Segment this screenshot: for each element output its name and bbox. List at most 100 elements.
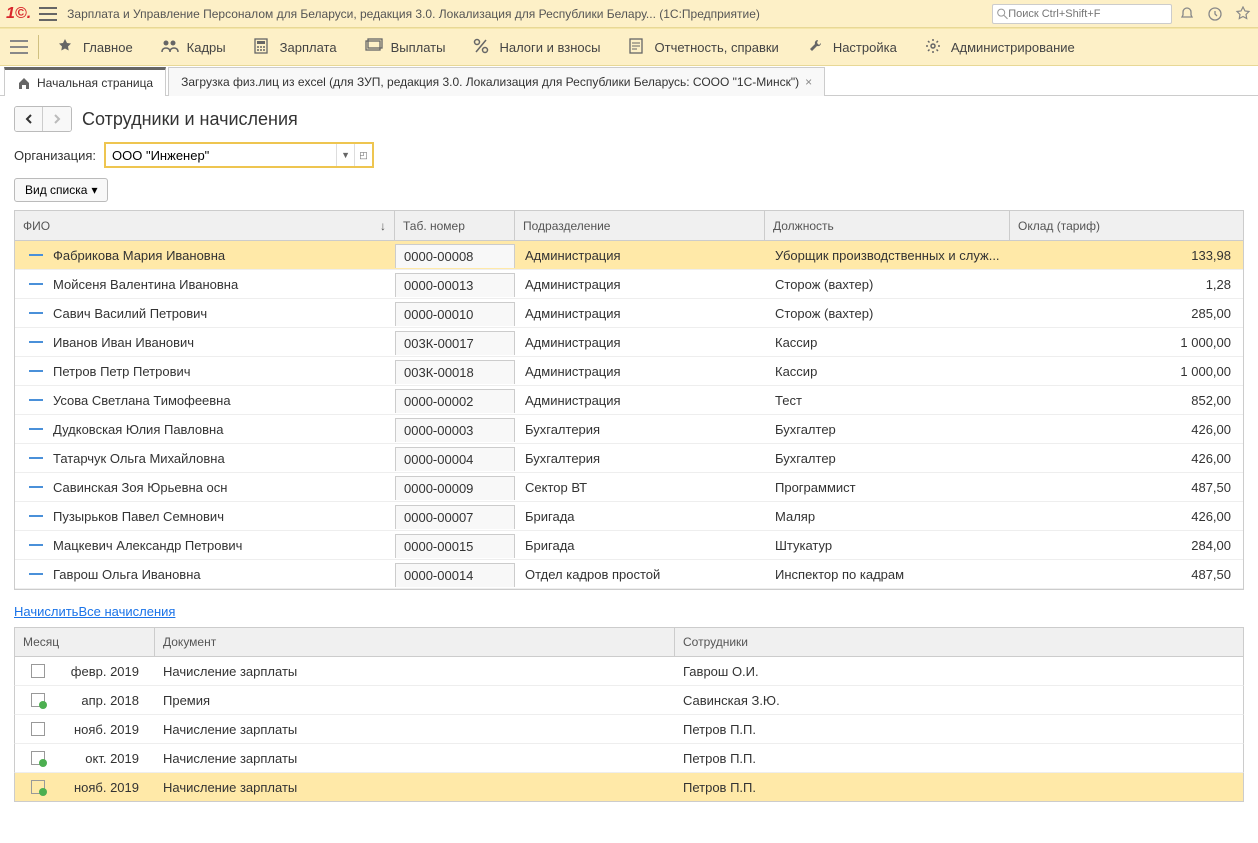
dropdown-icon[interactable]: ▼ bbox=[336, 144, 354, 166]
table-row[interactable]: Усова Светлана Тимофеевна0000-00002Админ… bbox=[15, 386, 1243, 415]
open-icon[interactable]: ◰ bbox=[354, 144, 372, 166]
accruals-header: Месяц Документ Сотрудники bbox=[14, 627, 1244, 657]
forward-button[interactable] bbox=[43, 107, 71, 131]
cell-pos: Кассир bbox=[767, 331, 1012, 354]
table-row[interactable]: нояб. 2019Начисление зарплатыПетров П.П. bbox=[14, 773, 1244, 802]
cell-dept: Отдел кадров простой bbox=[517, 563, 767, 586]
table-row[interactable]: апр. 2018ПремияСавинская З.Ю. bbox=[14, 686, 1244, 715]
cell-sal: 852,00 bbox=[1012, 389, 1243, 412]
table-row[interactable]: Татарчук Ольга Михайловна0000-00004Бухга… bbox=[15, 444, 1243, 473]
cell-fio: Мацкевич Александр Петрович bbox=[53, 538, 242, 553]
view-list-button[interactable]: Вид списка ▾ bbox=[14, 178, 108, 202]
table-row[interactable]: окт. 2019Начисление зарплатыПетров П.П. bbox=[14, 744, 1244, 773]
cell-tab: 0000-00009 bbox=[395, 476, 515, 500]
table-row[interactable]: Мацкевич Александр Петрович0000-00015Бри… bbox=[15, 531, 1243, 560]
doc-icon bbox=[31, 693, 45, 707]
calc-icon bbox=[254, 38, 272, 56]
cell-doc: Премия bbox=[155, 689, 675, 712]
cell-tab: 0000-00004 bbox=[395, 447, 515, 471]
col-dept[interactable]: Подразделение bbox=[515, 211, 765, 240]
cell-pos: Штукатур bbox=[767, 534, 1012, 557]
table-row[interactable]: Гаврош Ольга Ивановна 0000-00014Отдел кад… bbox=[15, 560, 1243, 589]
col-tab[interactable]: Таб. номер bbox=[395, 211, 515, 240]
table-row[interactable]: нояб. 2019Начисление зарплатыПетров П.П. bbox=[14, 715, 1244, 744]
cell-doc: Начисление зарплаты bbox=[155, 660, 675, 683]
cell-tab: 003К-00017 bbox=[395, 331, 515, 355]
row-icon bbox=[29, 486, 43, 488]
table-row[interactable]: Фабрикова Мария Ивановна0000-00008Админи… bbox=[15, 241, 1243, 270]
menu-star[interactable]: Главное bbox=[43, 29, 147, 65]
cell-fio: Дудковская Юлия Павловна bbox=[53, 422, 223, 437]
cell-sal: 285,00 bbox=[1012, 302, 1243, 325]
menu-hamburger-icon[interactable] bbox=[10, 40, 28, 54]
col-doc[interactable]: Документ bbox=[155, 628, 675, 656]
menu-money[interactable]: Выплаты bbox=[351, 29, 460, 65]
cell-dept: Бригада bbox=[517, 505, 767, 528]
row-icon bbox=[29, 428, 43, 430]
row-icon bbox=[29, 370, 43, 372]
table-row[interactable]: февр. 2019Начисление зарплатыГаврош О.И. bbox=[14, 657, 1244, 686]
menu-report[interactable]: Отчетность, справки bbox=[615, 29, 793, 65]
cell-dept: Администрация bbox=[517, 389, 767, 412]
menu-calc[interactable]: Зарплата bbox=[240, 29, 351, 65]
col-month[interactable]: Месяц bbox=[15, 628, 155, 656]
tab-label: Начальная страница bbox=[37, 76, 153, 90]
col-pos[interactable]: Должность bbox=[765, 211, 1010, 240]
table-row[interactable]: Пузырьков Павел Семнович 0000-00007Бригад… bbox=[15, 502, 1243, 531]
menu-gear[interactable]: Администрирование bbox=[911, 29, 1089, 65]
org-input[interactable] bbox=[106, 144, 336, 166]
cell-pos: Сторож (вахтер) bbox=[767, 302, 1012, 325]
row-icon bbox=[29, 312, 43, 314]
menu-percent[interactable]: Налоги и взносы bbox=[459, 29, 614, 65]
cell-sal: 1 000,00 bbox=[1012, 360, 1243, 383]
col-emp[interactable]: Сотрудники bbox=[675, 628, 1243, 656]
star-icon[interactable] bbox=[1234, 5, 1252, 23]
menu-people[interactable]: Кадры bbox=[147, 29, 240, 65]
cell-tab: 0000-00007 bbox=[395, 505, 515, 529]
menu-wrench[interactable]: Настройка bbox=[793, 29, 911, 65]
search-box[interactable] bbox=[992, 4, 1172, 24]
all-accruals-link[interactable]: Все начисления bbox=[78, 604, 175, 619]
col-sal[interactable]: Оклад (тариф) bbox=[1010, 211, 1243, 240]
menu-label: Выплаты bbox=[391, 40, 446, 55]
tab[interactable]: Начальная страница bbox=[4, 67, 166, 96]
cell-dept: Бухгалтерия bbox=[517, 447, 767, 470]
search-input[interactable] bbox=[1008, 8, 1167, 20]
close-icon[interactable]: × bbox=[805, 75, 812, 89]
table-row[interactable]: Петров Петр Петрович003К-00018Администра… bbox=[15, 357, 1243, 386]
table-header: ФИО↓ Таб. номер Подразделение Должность … bbox=[15, 211, 1243, 241]
doc-icon bbox=[31, 780, 45, 794]
percent-icon bbox=[473, 38, 491, 56]
hamburger-icon[interactable] bbox=[39, 7, 57, 21]
table-row[interactable]: Мойсеня Валентина Ивановна0000-00013Адми… bbox=[15, 270, 1243, 299]
table-row[interactable]: Иванов Иван Иванович003К-00017Администра… bbox=[15, 328, 1243, 357]
back-button[interactable] bbox=[15, 107, 43, 131]
table-row[interactable]: Савинская Зоя Юрьевна осн0000-00009Секто… bbox=[15, 473, 1243, 502]
table-row[interactable]: Дудковская Юлия Павловна0000-00003Бухгал… bbox=[15, 415, 1243, 444]
cell-fio: Гаврош Ольга Ивановна bbox=[53, 567, 201, 582]
row-icon bbox=[29, 457, 43, 459]
calculate-link[interactable]: Начислить bbox=[14, 604, 78, 619]
row-icon bbox=[29, 283, 43, 285]
cell-tab: 0000-00003 bbox=[395, 418, 515, 442]
cell-pos: Программист bbox=[767, 476, 1012, 499]
org-select[interactable]: ▼ ◰ bbox=[104, 142, 374, 168]
cell-tab: 0000-00014 bbox=[395, 563, 515, 587]
table-row[interactable]: Савич Василий Петрович0000-00010Админист… bbox=[15, 299, 1243, 328]
doc-icon bbox=[31, 751, 45, 765]
titlebar: 1©. Зарплата и Управление Персоналом для… bbox=[0, 0, 1258, 28]
cell-pos: Маляр bbox=[767, 505, 1012, 528]
cell-fio: Иванов Иван Иванович bbox=[53, 335, 194, 350]
window-title: Зарплата и Управление Персоналом для Бел… bbox=[67, 7, 992, 21]
bell-icon[interactable] bbox=[1178, 5, 1196, 23]
cell-fio: Пузырьков Павел Семнович bbox=[53, 509, 224, 524]
history-icon[interactable] bbox=[1206, 5, 1224, 23]
cell-doc: Начисление зарплаты bbox=[155, 718, 675, 741]
employees-table: ФИО↓ Таб. номер Подразделение Должность … bbox=[14, 210, 1244, 590]
tab[interactable]: Загрузка физ.лиц из excel (для ЗУП, реда… bbox=[168, 67, 825, 96]
row-icon bbox=[29, 341, 43, 343]
cell-dept: Администрация bbox=[517, 302, 767, 325]
col-fio[interactable]: ФИО↓ bbox=[15, 211, 395, 240]
people-icon bbox=[161, 38, 179, 56]
cell-fio: Фабрикова Мария Ивановна bbox=[53, 248, 225, 263]
